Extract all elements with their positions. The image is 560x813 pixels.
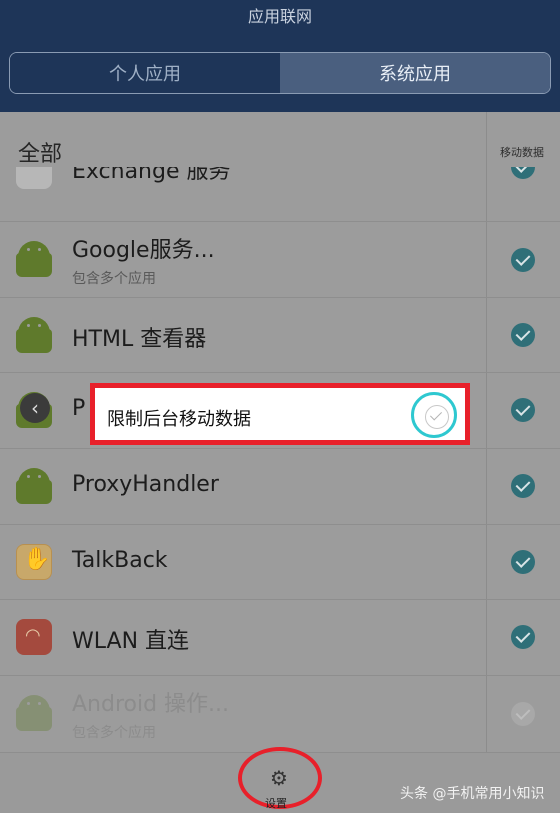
mobile-data-checkbox[interactable] [511,248,535,272]
wifi-icon: ◠ [25,625,41,646]
mobile-data-checkbox[interactable] [511,323,535,347]
list-item[interactable]: Exchange 服务 [0,167,560,191]
app-name: P [72,396,86,421]
android-icon [16,241,52,277]
mobile-data-column-header: 移动数据 [500,146,544,159]
filter-all-label[interactable]: 全部 [18,136,62,168]
restrict-background-data-popup: 限制后台移动数据 [90,383,470,445]
app-name: Google服务... [72,238,215,263]
restrict-background-data-label: 限制后台移动数据 [107,409,251,430]
chevron-left-icon: ‹ [31,396,39,420]
list-item[interactable]: ◠ WLAN 直连 [0,599,560,675]
exchange-icon [16,167,52,189]
list-item[interactable]: Android 操作... 包含多个应用 [0,675,560,751]
android-icon [16,695,52,731]
android-icon [16,468,52,504]
app-name: HTML 查看器 [72,327,207,352]
list-item[interactable]: Google服务... 包含多个应用 [0,221,560,297]
mobile-data-checkbox[interactable] [511,167,535,179]
tab-personal-apps[interactable]: 个人应用 [10,53,280,93]
app-name: Android 操作... [72,692,230,717]
app-name: ProxyHandler [72,472,219,497]
mobile-data-checkbox[interactable] [511,625,535,649]
android-icon [16,317,52,353]
list-item[interactable]: ✋ TalkBack [0,524,560,600]
mobile-data-checkbox[interactable] [511,550,535,574]
settings-button-label[interactable]: 设置 [265,795,287,811]
tab-system-apps[interactable]: 系统应用 [280,53,550,93]
hand-icon: ✋ [23,547,51,572]
app-type-tabs: 个人应用 系统应用 [9,52,551,94]
top-bar: 应用联网 个人应用 系统应用 [0,0,560,112]
app-subtitle: 包含多个应用 [72,725,156,741]
talkback-icon: ✋ [16,544,52,580]
page-title: 应用联网 [247,7,312,26]
list-item[interactable]: HTML 查看器 [0,297,560,373]
list-item[interactable]: ProxyHandler [0,448,560,524]
gear-icon[interactable]: ⚙ [270,766,288,790]
wlan-direct-icon: ◠ [16,619,52,655]
app-name: TalkBack [72,548,168,573]
app-name: Exchange 服务 [72,167,231,184]
mobile-data-checkbox[interactable] [511,398,535,422]
back-button[interactable]: ‹ [20,393,50,423]
watermark: 头条 @手机常用小知识 [400,786,545,802]
highlight-circle [411,392,457,438]
app-name: WLAN 直连 [72,629,190,654]
mobile-data-checkbox[interactable] [511,474,535,498]
mobile-data-checkbox[interactable] [511,702,535,726]
app-subtitle: 包含多个应用 [72,271,156,287]
